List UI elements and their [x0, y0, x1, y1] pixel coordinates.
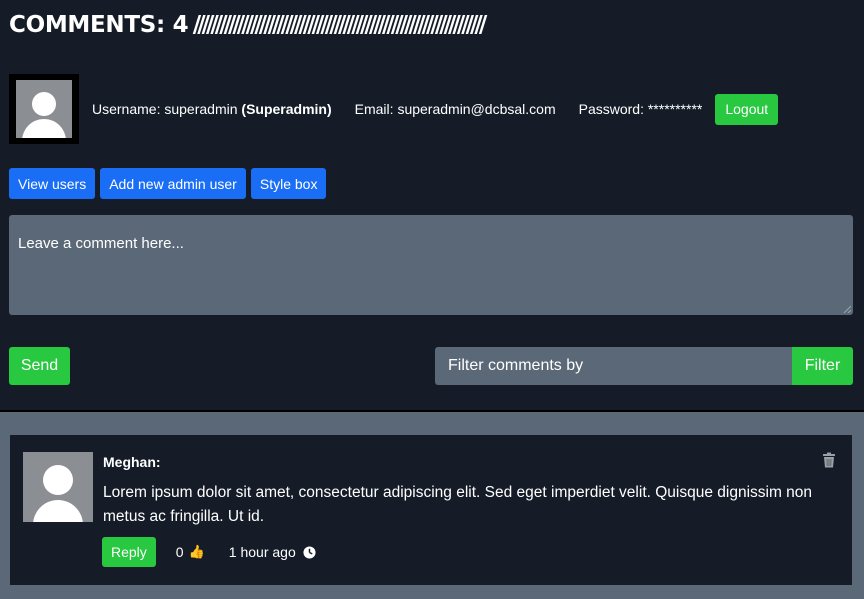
password-info: Password: **********	[579, 101, 703, 117]
page-title: COMMENTS: 4	[9, 12, 189, 38]
comments-header-section: COMMENTS: 4 ////////////////////////////…	[0, 0, 864, 410]
like-count: 0	[175, 544, 184, 560]
email-value: superadmin@dcbsal.com	[397, 101, 556, 117]
comment-placeholder: Leave a comment here...	[18, 235, 184, 252]
password-value: **********	[647, 101, 703, 117]
username-label: Username:	[92, 101, 161, 117]
view-users-button[interactable]: View users	[9, 168, 96, 199]
reply-button[interactable]: Reply	[102, 537, 156, 567]
user-info-row: Username: superadmin (Superadmin) Email:…	[9, 74, 779, 144]
send-button[interactable]: Send	[9, 347, 70, 385]
time-text: 1 hour ago	[228, 544, 296, 560]
likes[interactable]: 0 👍	[176, 544, 205, 560]
comment-actions: Reply 0 👍 1 hour ago	[102, 537, 316, 567]
email-label: Email:	[354, 101, 394, 117]
clock-icon	[303, 545, 316, 559]
resize-grip-icon[interactable]	[843, 305, 851, 313]
filter-group: Filter comments by Filter	[435, 347, 853, 385]
user-role: (Superadmin)	[241, 101, 332, 117]
avatar	[9, 74, 79, 144]
user-silhouette-icon	[16, 80, 72, 138]
comment-card: Meghan: Lorem ipsum dolor sit amet, cons…	[10, 435, 852, 585]
admin-buttons: View users Add new admin user Style box	[9, 168, 327, 199]
title-stripes: ////////////////////////////////////////…	[192, 12, 487, 38]
style-box-button[interactable]: Style box	[250, 168, 327, 199]
user-silhouette-icon	[23, 452, 93, 522]
filter-button[interactable]: Filter	[792, 347, 853, 385]
username-value: superadmin	[164, 101, 238, 117]
comment-text: Lorem ipsum dolor sit amet, consectetur …	[103, 484, 813, 525]
timestamp: 1 hour ago	[229, 544, 316, 560]
username-info: Username: superadmin (Superadmin)	[92, 101, 332, 117]
logout-button[interactable]: Logout	[715, 93, 779, 125]
thumbs-up-icon[interactable]: 👍	[189, 544, 205, 560]
filter-input[interactable]: Filter comments by	[435, 347, 792, 385]
user-info: Username: superadmin (Superadmin) Email:…	[92, 93, 779, 125]
title-row: COMMENTS: 4 ////////////////////////////…	[9, 12, 855, 46]
email-info: Email: superadmin@dcbsal.com	[355, 101, 556, 117]
trash-icon[interactable]	[822, 452, 836, 468]
comments-list: Meghan: Lorem ipsum dolor sit amet, cons…	[0, 412, 864, 599]
add-admin-user-button[interactable]: Add new admin user	[100, 168, 246, 199]
comment-author: Meghan:	[103, 454, 161, 470]
password-label: Password:	[578, 101, 644, 117]
comment-textarea[interactable]: Leave a comment here...	[9, 215, 853, 315]
